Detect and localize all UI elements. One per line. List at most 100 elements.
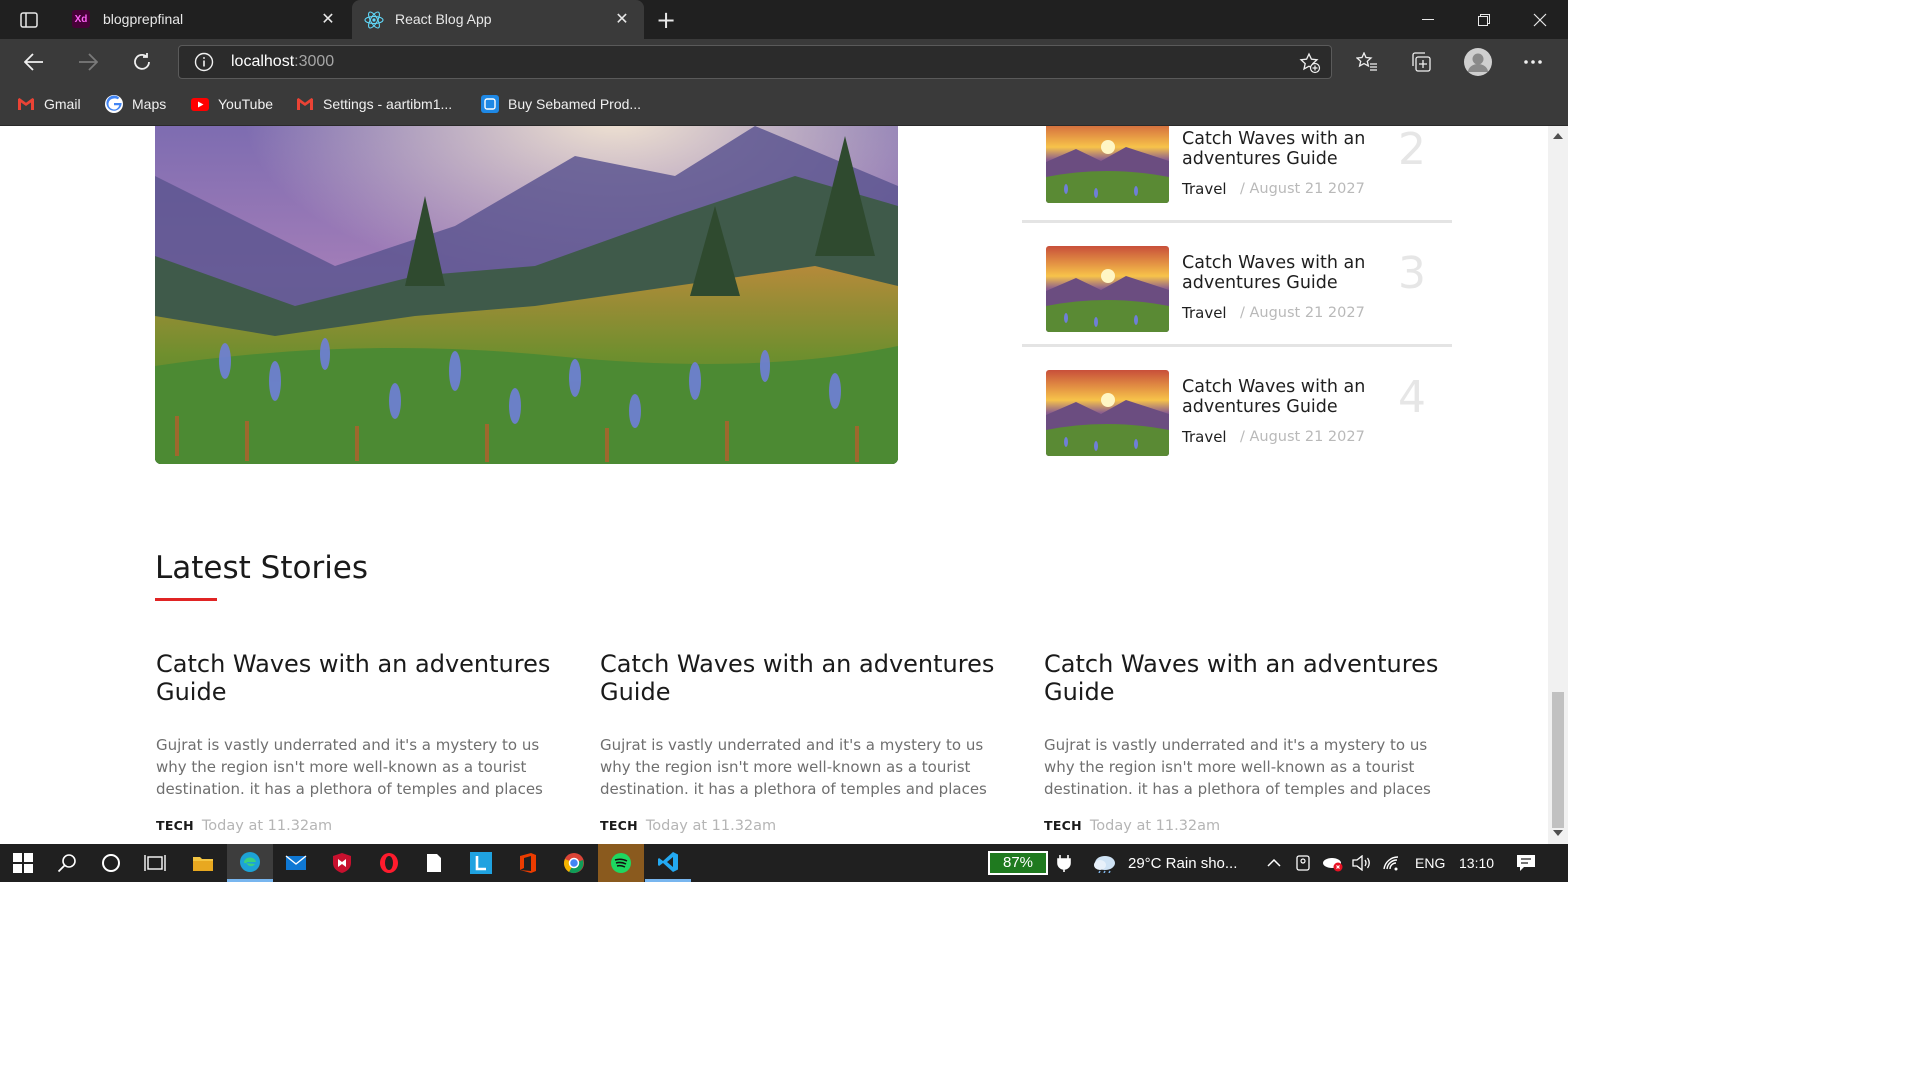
post-thumbnail[interactable] (1046, 246, 1169, 332)
tab-blogprepfinal[interactable]: Xd blogprepfinal ✕ (60, 0, 350, 39)
page-scrollbar[interactable] (1548, 126, 1568, 844)
post-rank-number: 4 (1398, 372, 1426, 423)
power-plug-icon[interactable] (1050, 844, 1078, 882)
story-excerpt: Gujrat is vastly underrated and it's a m… (1044, 736, 1431, 798)
more-options-icon[interactable] (1518, 47, 1548, 77)
mcafee-icon[interactable] (319, 844, 365, 882)
volume-icon[interactable] (1348, 844, 1376, 882)
story-meta: TECH Today at 11.32am (600, 818, 1000, 834)
story-title[interactable]: Catch Waves with an adventures Guide (1044, 650, 1444, 706)
url-text: localhost:3000 (231, 53, 335, 70)
chrome-icon[interactable] (551, 844, 597, 882)
wifi-icon[interactable] (1378, 844, 1406, 882)
bookmark-label: Maps (132, 96, 167, 112)
restore-icon[interactable] (1456, 0, 1512, 39)
adobe-xd-icon: Xd (72, 10, 90, 28)
back-icon[interactable] (19, 47, 49, 77)
scroll-up-arrow-icon[interactable] (1553, 133, 1563, 139)
onedrive-error-icon[interactable] (1318, 844, 1346, 882)
vscode-icon[interactable] (645, 844, 691, 882)
cortana-icon[interactable] (88, 844, 134, 882)
featured-post-image[interactable] (155, 126, 898, 464)
post-category[interactable]: Travel (1182, 180, 1227, 198)
scrollbar-thumb[interactable] (1552, 692, 1564, 828)
collections-icon[interactable] (1406, 47, 1436, 77)
tab-actions-icon[interactable] (14, 9, 44, 31)
tab-react-blog-app[interactable]: React Blog App ✕ (352, 0, 644, 39)
post-title[interactable]: Catch Waves with an adventures Guide (1182, 377, 1382, 417)
post-rank-number: 3 (1398, 248, 1426, 299)
tab-title: React Blog App (395, 11, 492, 27)
opera-icon[interactable] (366, 844, 412, 882)
notifications-icon[interactable] (1506, 844, 1546, 882)
close-tab-icon[interactable]: ✕ (614, 11, 630, 27)
close-window-icon[interactable] (1512, 0, 1568, 39)
notepad-icon[interactable] (411, 844, 457, 882)
office-icon[interactable] (505, 844, 551, 882)
favorites-icon[interactable] (1352, 47, 1382, 77)
youtube-icon (191, 95, 209, 113)
story-tag[interactable]: TECH (1044, 818, 1082, 833)
post-date: / August 21 2027 (1240, 181, 1365, 197)
bookmark-gmail[interactable]: Gmail (17, 93, 81, 115)
bookmark-settings[interactable]: Settings - aartibm1... (296, 93, 452, 115)
story-card[interactable]: Catch Waves with an adventures Guide Guj… (600, 650, 1000, 834)
file-explorer-icon[interactable] (180, 844, 226, 882)
story-meta: TECH Today at 11.32am (1044, 818, 1444, 834)
site-info-icon[interactable] (194, 52, 214, 72)
weather-text[interactable]: 29°C Rain sho... (1128, 844, 1237, 882)
story-card[interactable]: Catch Waves with an adventures Guide Guj… (1044, 650, 1444, 834)
close-tab-icon[interactable]: ✕ (320, 11, 336, 27)
address-bar[interactable]: localhost:3000 (178, 45, 1332, 79)
story-time: Today at 11.32am (645, 818, 777, 834)
post-category[interactable]: Travel (1182, 428, 1227, 446)
story-excerpt: Gujrat is vastly underrated and it's a m… (156, 736, 543, 798)
show-hidden-icons-icon[interactable] (1262, 844, 1286, 882)
story-excerpt: Gujrat is vastly underrated and it's a m… (600, 736, 987, 798)
scroll-down-arrow-icon[interactable] (1553, 830, 1563, 836)
heading-underline (155, 598, 217, 601)
react-icon (364, 10, 384, 30)
camera-icon[interactable] (1290, 844, 1316, 882)
post-thumbnail[interactable] (1046, 126, 1169, 203)
story-time: Today at 11.32am (1089, 818, 1221, 834)
app-l-icon[interactable] (458, 844, 504, 882)
bookmark-maps[interactable]: Maps (105, 93, 166, 115)
task-view-icon[interactable] (132, 844, 178, 882)
sidebar-post[interactable]: Catch Waves with an adventures Guide Tra… (1022, 224, 1452, 348)
spotify-icon[interactable] (598, 844, 644, 882)
refresh-icon[interactable] (127, 47, 157, 77)
battery-indicator[interactable]: 87% (988, 844, 1048, 882)
weather-icon[interactable] (1090, 844, 1120, 882)
edge-taskbar-icon[interactable] (227, 844, 273, 882)
clock[interactable]: 13:10 (1459, 844, 1494, 882)
sidebar-post[interactable]: Catch Waves with an adventures Guide Tra… (1022, 348, 1452, 472)
windows-start-icon[interactable] (0, 844, 46, 882)
bookmarks-bar: Gmail Maps YouTube Settings - aartibm1..… (0, 85, 1568, 126)
bookmark-youtube[interactable]: YouTube (191, 93, 273, 115)
tab-title: blogprepfinal (103, 11, 184, 27)
story-card[interactable]: Catch Waves with an adventures Guide Guj… (156, 650, 556, 834)
add-favorite-icon[interactable] (1299, 52, 1321, 74)
forward-icon[interactable] (73, 47, 103, 77)
story-tag[interactable]: TECH (156, 818, 194, 833)
post-category[interactable]: Travel (1182, 304, 1227, 322)
post-title[interactable]: Catch Waves with an adventures Guide (1182, 253, 1382, 293)
post-title[interactable]: Catch Waves with an adventures Guide (1182, 129, 1382, 169)
windows-taskbar: 87% 29°C Rain sho... ENG 13:10 (0, 844, 1568, 882)
browser-tab-bar: Xd blogprepfinal ✕ React Blog App ✕ + (0, 0, 1568, 39)
profile-avatar-icon[interactable] (1461, 45, 1495, 79)
bookmark-sebamed[interactable]: Buy Sebamed Prod... (481, 93, 641, 115)
sidebar-post[interactable]: Catch Waves with an adventures Guide Tra… (1022, 126, 1452, 224)
story-title[interactable]: Catch Waves with an adventures Guide (156, 650, 556, 706)
language-indicator[interactable]: ENG (1415, 844, 1445, 882)
search-icon[interactable] (44, 844, 90, 882)
mail-icon[interactable] (273, 844, 319, 882)
post-date: / August 21 2027 (1240, 429, 1365, 445)
new-tab-icon[interactable]: + (652, 6, 680, 34)
story-time: Today at 11.32am (201, 818, 333, 834)
post-thumbnail[interactable] (1046, 370, 1169, 456)
story-title[interactable]: Catch Waves with an adventures Guide (600, 650, 1000, 706)
minimize-icon[interactable] (1400, 0, 1456, 39)
story-tag[interactable]: TECH (600, 818, 638, 833)
